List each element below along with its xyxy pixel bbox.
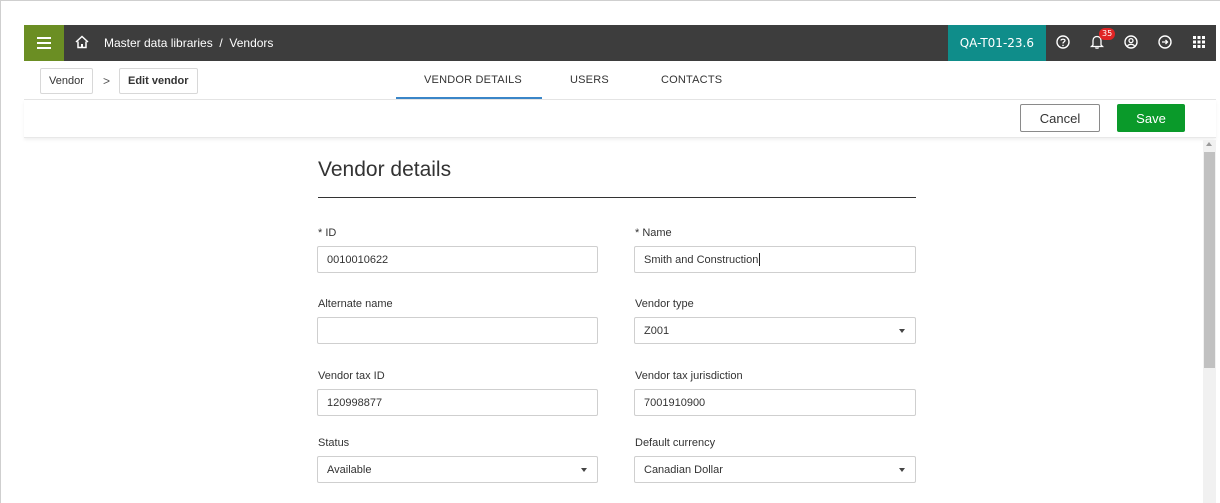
help-button[interactable]: [1046, 25, 1080, 61]
name-label: * Name: [635, 227, 672, 239]
alternate-name-label: Alternate name: [318, 298, 393, 310]
title-divider: [318, 197, 916, 198]
vendor-tax-id-label: Vendor tax ID: [318, 370, 385, 382]
vendor-type-value: Z001: [644, 324, 670, 337]
vendor-tax-jurisdiction-field[interactable]: 7001910900: [634, 389, 916, 416]
vendor-type-label: Vendor type: [635, 298, 694, 310]
name-value: Smith and Construction: [644, 253, 759, 266]
default-currency-label: Default currency: [635, 437, 716, 449]
vendor-type-select[interactable]: Z001: [634, 317, 916, 344]
save-button[interactable]: Save: [1117, 104, 1185, 132]
menu-button[interactable]: [24, 25, 64, 61]
home-icon: [75, 34, 89, 52]
vendor-tax-jurisdiction-label: Vendor tax jurisdiction: [635, 370, 743, 382]
name-field[interactable]: Smith and Construction: [634, 246, 916, 273]
logout-icon: [1158, 34, 1172, 52]
id-label: * ID: [318, 227, 337, 239]
home-button[interactable]: [64, 25, 100, 61]
cancel-button[interactable]: Cancel: [1020, 104, 1100, 132]
page-title: Vendor details: [318, 158, 452, 181]
help-icon: [1056, 34, 1070, 52]
apps-button[interactable]: [1182, 25, 1216, 61]
scrollbar-thumb[interactable]: [1204, 152, 1215, 368]
notification-count-badge: 35: [1099, 28, 1116, 40]
tab-contacts[interactable]: CONTACTS: [661, 74, 722, 86]
top-breadcrumb[interactable]: Master data libraries / Vendors: [104, 36, 273, 50]
tab-users[interactable]: USERS: [570, 74, 609, 86]
status-select[interactable]: Available: [317, 456, 598, 483]
vendor-tax-id-value: 120998877: [327, 396, 383, 409]
chevron-down-icon: [899, 329, 905, 333]
breadcrumb-edit-vendor: Edit vendor: [119, 68, 198, 94]
user-icon: [1124, 34, 1138, 52]
environment-badge: QA-T01-23.6: [947, 25, 1046, 61]
apps-grid-icon: [1193, 35, 1205, 51]
active-tab-indicator: [396, 97, 542, 99]
status-label: Status: [318, 437, 350, 449]
sub-navigation: Vendor > Edit vendor VENDOR DETAILS USER…: [24, 62, 1216, 100]
breadcrumb-separator: >: [103, 74, 111, 88]
vendor-tax-id-field[interactable]: 120998877: [317, 389, 598, 416]
scroll-up-arrow-icon[interactable]: [1206, 142, 1212, 146]
vendor-tax-jurisdiction-value: 7001910900: [644, 396, 706, 409]
menu-icon: [37, 33, 51, 54]
top-bar: Master data libraries / Vendors QA-T01-2…: [24, 25, 1216, 61]
default-currency-value: Canadian Dollar: [644, 463, 723, 476]
profile-button[interactable]: [1114, 25, 1148, 61]
id-value: 0010010622: [327, 253, 389, 266]
tab-vendor-details[interactable]: VENDOR DETAILS: [424, 74, 522, 86]
chevron-down-icon: [581, 468, 587, 472]
action-bar: Cancel Save: [24, 100, 1216, 138]
notifications-button[interactable]: 35: [1080, 25, 1116, 61]
text-cursor: [759, 253, 761, 266]
chevron-down-icon: [899, 468, 905, 472]
logout-button[interactable]: [1148, 25, 1182, 61]
breadcrumb-vendor[interactable]: Vendor: [40, 68, 93, 94]
id-field[interactable]: 0010010622: [317, 246, 598, 273]
alternate-name-field[interactable]: [317, 317, 598, 344]
default-currency-select[interactable]: Canadian Dollar: [634, 456, 916, 483]
status-value: Available: [327, 463, 372, 476]
